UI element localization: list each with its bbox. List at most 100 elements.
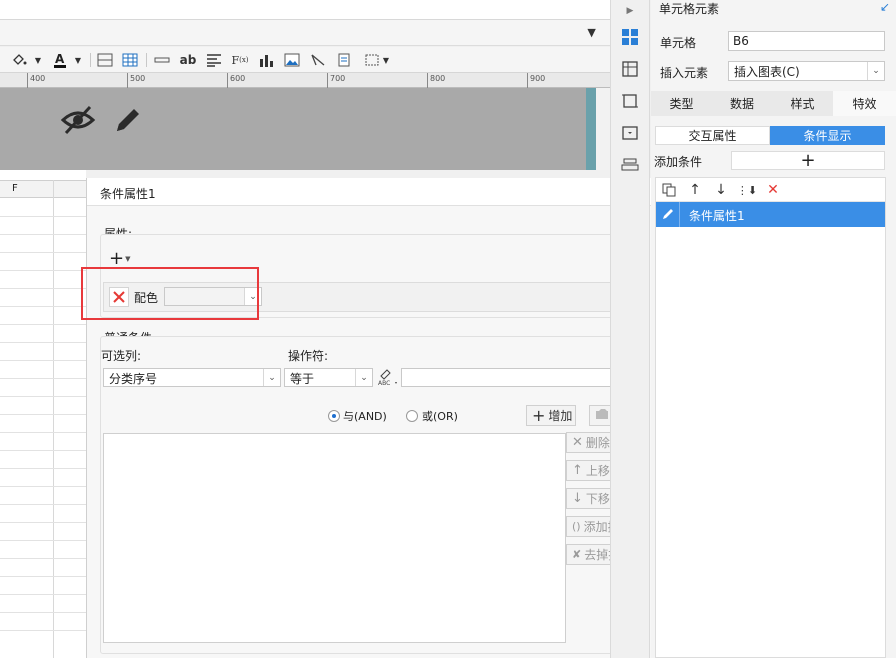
fill-dropdown-icon[interactable]: ▼ — [28, 50, 48, 70]
toolbar-separator — [146, 53, 147, 67]
panel-header: 单元格元素 ↙ — [651, 0, 896, 18]
grid-hline — [0, 270, 86, 271]
arrow-up-icon: ↑ — [572, 463, 583, 478]
delete-icon[interactable]: ✕ — [764, 181, 782, 199]
tab-style[interactable]: 样式 — [772, 91, 833, 116]
or-radio[interactable] — [406, 410, 418, 422]
grid-hline — [0, 522, 86, 523]
grid-hline — [0, 378, 86, 379]
frame-crop-icon[interactable] — [619, 90, 641, 112]
and-radio[interactable] — [328, 410, 340, 422]
collapse-arrow-icon[interactable]: ▼ — [587, 26, 598, 39]
font-color-icon[interactable]: A — [50, 50, 70, 70]
tab-effects[interactable]: 特效 — [833, 91, 896, 116]
operator-label: 操作符: — [288, 349, 329, 363]
collapse-strip: ▼ — [0, 20, 610, 46]
tab-data[interactable]: 数据 — [712, 91, 772, 116]
line-icon[interactable] — [152, 50, 172, 70]
optional-column-select[interactable]: 分类序号 ⌄ — [103, 368, 281, 387]
hidden-eye-icon[interactable] — [60, 104, 96, 139]
spreadsheet-grid[interactable]: F — [0, 170, 86, 658]
cell-attribute-icon[interactable] — [619, 58, 641, 80]
condition-list-box[interactable] — [103, 433, 566, 643]
design-canvas[interactable] — [0, 88, 610, 170]
slash-line-icon[interactable] — [308, 50, 328, 70]
insert-element-label: 插入元素 — [660, 66, 709, 80]
panel-title: 单元格元素 — [659, 2, 720, 16]
grid-hline — [0, 576, 86, 577]
move-down-label: 下移 — [585, 492, 610, 506]
text-ab-icon[interactable]: ab — [178, 50, 198, 70]
border-icon[interactable] — [95, 50, 115, 70]
add-condition-button[interactable]: + 增加 — [526, 405, 576, 426]
chevron-down-icon: ⌄ — [867, 62, 884, 80]
horizontal-ruler: 400 500 600 700 800 900 — [0, 73, 610, 88]
grid-hline — [0, 324, 86, 325]
ruler-tick: 500 — [127, 73, 145, 88]
copy-icon[interactable] — [660, 181, 678, 199]
operator-select[interactable]: 等于 ⌄ — [284, 368, 373, 387]
condition-item-label: 条件属性1 — [689, 209, 745, 223]
column-header[interactable]: F — [0, 180, 86, 198]
side-icon-column: ▶ — [610, 0, 650, 658]
fill-color-icon[interactable] — [10, 50, 30, 70]
close-icon: ✕ — [572, 435, 583, 450]
sub-report-icon[interactable] — [334, 50, 354, 70]
grid-hline — [0, 252, 86, 253]
plus-icon: + — [532, 405, 546, 425]
condition-list-item[interactable]: 条件属性1 — [656, 202, 885, 227]
grid-hline — [0, 234, 86, 235]
tab-type[interactable]: 类型 — [651, 91, 712, 116]
table-icon[interactable] — [120, 50, 140, 70]
operator-value: 等于 — [290, 372, 315, 386]
edit-pencil-icon[interactable] — [112, 104, 144, 139]
font-color-dropdown-icon[interactable]: ▼ — [68, 50, 88, 70]
grid-hline — [0, 612, 86, 613]
grid-hline — [0, 630, 86, 631]
canvas-edge-bar — [586, 88, 596, 170]
or-radio-label[interactable]: 或(OR) — [422, 408, 458, 424]
and-radio-label[interactable]: 与(AND) — [343, 408, 387, 424]
grid-hline — [0, 396, 86, 397]
item-divider — [679, 202, 680, 227]
cell-address-value: B6 — [733, 34, 749, 48]
grid-hline — [0, 540, 86, 541]
image-icon[interactable] — [282, 50, 302, 70]
move-bottom-icon[interactable]: ⋮⬇ — [737, 181, 757, 199]
brackets-icon: () — [572, 520, 581, 533]
grid-hline — [0, 432, 86, 433]
cell-address-input[interactable]: B6 — [728, 31, 885, 51]
dialog-title-bar: 条件属性1 — [87, 178, 652, 206]
arrow-up-icon[interactable]: ↑ — [686, 181, 704, 199]
add-condition-plus-button[interactable]: + — [731, 151, 885, 170]
formula-icon[interactable]: F (x) — [230, 50, 250, 70]
highlight-annotation-box — [81, 267, 259, 320]
condition-value-input[interactable] — [401, 368, 639, 387]
add-condition-label: 增加 — [548, 409, 573, 423]
expand-arrow-icon[interactable]: ▶ — [619, 0, 641, 22]
frame-dropdown-icon[interactable]: ▼ — [376, 50, 396, 70]
edit-pencil-icon — [661, 207, 677, 223]
grid-hline — [0, 414, 86, 415]
grid-hline — [0, 594, 86, 595]
toolbar-separator — [90, 53, 91, 67]
grid-hline — [0, 342, 86, 343]
align-icon[interactable] — [204, 50, 224, 70]
chart-icon[interactable] — [256, 50, 276, 70]
ruler-tick: 600 — [227, 73, 245, 88]
pin-arrow-icon[interactable]: ↙ — [880, 0, 890, 14]
move-up-label: 上移 — [585, 464, 610, 478]
subtab-interaction[interactable]: 交互属性 — [655, 126, 770, 145]
dialog-title: 条件属性1 — [100, 187, 156, 201]
cell-element-icon[interactable] — [619, 26, 641, 48]
value-editor-icon[interactable]: ABC — [377, 367, 399, 387]
ruler-tick: 700 — [327, 73, 345, 88]
widget-icon[interactable] — [619, 122, 641, 144]
subtab-conditional-display[interactable]: 条件显示 — [770, 126, 885, 145]
insert-element-select[interactable]: 插入图表(C) ⌄ — [728, 61, 885, 81]
add-property-button[interactable]: + ▼ — [109, 249, 141, 269]
condition-list-toolbar: ↑ ↓ ⋮⬇ ✕ — [656, 178, 885, 202]
grid-hline — [0, 504, 86, 505]
layer-stack-icon[interactable] — [619, 154, 641, 176]
arrow-down-icon[interactable]: ↓ — [712, 181, 730, 199]
